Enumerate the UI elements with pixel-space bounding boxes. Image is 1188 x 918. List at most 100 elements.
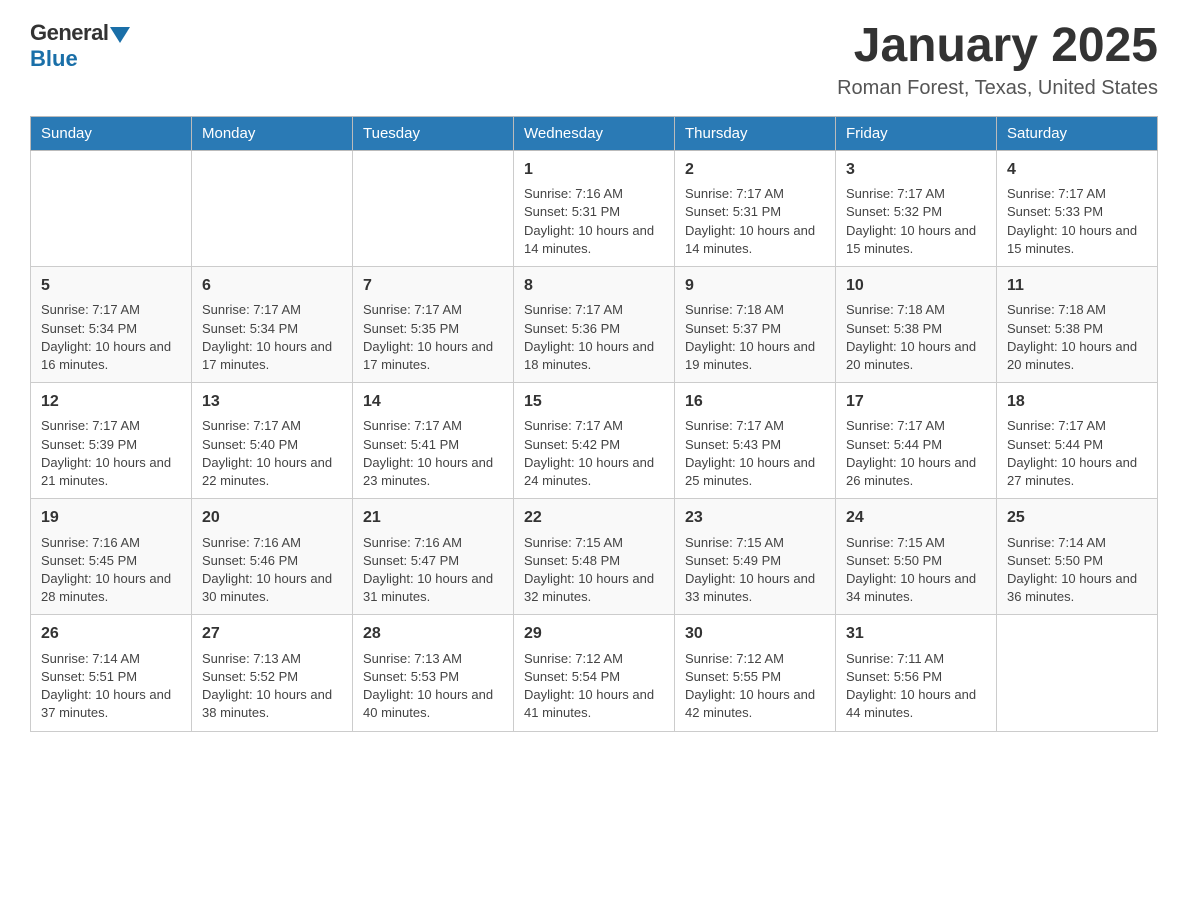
day-info-line: Sunrise: 7:16 AM (524, 185, 664, 203)
day-info-line: Sunrise: 7:17 AM (1007, 417, 1147, 435)
day-info-line: Sunrise: 7:14 AM (1007, 534, 1147, 552)
day-number: 30 (685, 623, 825, 645)
calendar-week-row: 19Sunrise: 7:16 AMSunset: 5:45 PMDayligh… (31, 499, 1158, 615)
page-title: January 2025 (837, 20, 1158, 73)
calendar-day-cell: 1Sunrise: 7:16 AMSunset: 5:31 PMDaylight… (514, 150, 675, 266)
logo-triangle-icon (110, 27, 130, 43)
day-info-line: Daylight: 10 hours and 24 minutes. (524, 454, 664, 490)
calendar-week-row: 12Sunrise: 7:17 AMSunset: 5:39 PMDayligh… (31, 383, 1158, 499)
day-info-line: Daylight: 10 hours and 15 minutes. (846, 222, 986, 258)
day-info-line: Daylight: 10 hours and 14 minutes. (685, 222, 825, 258)
day-info-line: Daylight: 10 hours and 36 minutes. (1007, 570, 1147, 606)
day-info-line: Daylight: 10 hours and 44 minutes. (846, 686, 986, 722)
days-of-week-row: SundayMondayTuesdayWednesdayThursdayFrid… (31, 116, 1158, 150)
calendar-day-cell: 6Sunrise: 7:17 AMSunset: 5:34 PMDaylight… (192, 266, 353, 382)
calendar-day-cell: 31Sunrise: 7:11 AMSunset: 5:56 PMDayligh… (836, 615, 997, 731)
calendar-day-cell: 30Sunrise: 7:12 AMSunset: 5:55 PMDayligh… (675, 615, 836, 731)
day-info-line: Sunset: 5:38 PM (1007, 320, 1147, 338)
day-number: 5 (41, 275, 181, 297)
day-number: 15 (524, 391, 664, 413)
day-info-line: Sunrise: 7:14 AM (41, 650, 181, 668)
day-info-line: Sunset: 5:46 PM (202, 552, 342, 570)
day-number: 11 (1007, 275, 1147, 297)
day-info-line: Daylight: 10 hours and 28 minutes. (41, 570, 181, 606)
day-number: 8 (524, 275, 664, 297)
calendar-day-cell: 11Sunrise: 7:18 AMSunset: 5:38 PMDayligh… (997, 266, 1158, 382)
day-info-line: Sunset: 5:40 PM (202, 436, 342, 454)
day-info-line: Sunset: 5:34 PM (41, 320, 181, 338)
day-info-line: Sunset: 5:36 PM (524, 320, 664, 338)
calendar-day-cell: 22Sunrise: 7:15 AMSunset: 5:48 PMDayligh… (514, 499, 675, 615)
calendar-day-cell: 17Sunrise: 7:17 AMSunset: 5:44 PMDayligh… (836, 383, 997, 499)
day-info-line: Sunrise: 7:17 AM (41, 417, 181, 435)
day-info-line: Sunrise: 7:15 AM (524, 534, 664, 552)
day-number: 24 (846, 507, 986, 529)
page-header: General Blue January 2025 Roman Forest, … (30, 20, 1158, 100)
day-info-line: Daylight: 10 hours and 31 minutes. (363, 570, 503, 606)
day-info-line: Sunset: 5:32 PM (846, 203, 986, 221)
day-info-line: Sunrise: 7:17 AM (1007, 185, 1147, 203)
day-info-line: Sunset: 5:34 PM (202, 320, 342, 338)
day-info-line: Sunrise: 7:18 AM (846, 301, 986, 319)
day-number: 3 (846, 159, 986, 181)
day-info-line: Sunset: 5:31 PM (685, 203, 825, 221)
day-info-line: Sunset: 5:51 PM (41, 668, 181, 686)
day-info-line: Daylight: 10 hours and 23 minutes. (363, 454, 503, 490)
day-info-line: Sunset: 5:38 PM (846, 320, 986, 338)
day-number: 1 (524, 159, 664, 181)
day-info-line: Sunset: 5:44 PM (1007, 436, 1147, 454)
calendar-day-cell (31, 150, 192, 266)
day-info-line: Sunrise: 7:17 AM (363, 417, 503, 435)
calendar-day-cell: 5Sunrise: 7:17 AMSunset: 5:34 PMDaylight… (31, 266, 192, 382)
logo-blue-text: Blue (30, 46, 78, 72)
day-info-line: Daylight: 10 hours and 27 minutes. (1007, 454, 1147, 490)
calendar-day-cell: 25Sunrise: 7:14 AMSunset: 5:50 PMDayligh… (997, 499, 1158, 615)
day-info-line: Sunrise: 7:17 AM (685, 417, 825, 435)
day-number: 16 (685, 391, 825, 413)
day-info-line: Sunset: 5:41 PM (363, 436, 503, 454)
day-info-line: Sunset: 5:49 PM (685, 552, 825, 570)
day-of-week-header: Wednesday (514, 116, 675, 150)
day-info-line: Daylight: 10 hours and 20 minutes. (1007, 338, 1147, 374)
title-block: January 2025 Roman Forest, Texas, United… (837, 20, 1158, 100)
calendar-day-cell: 23Sunrise: 7:15 AMSunset: 5:49 PMDayligh… (675, 499, 836, 615)
day-info-line: Sunset: 5:35 PM (363, 320, 503, 338)
calendar-day-cell: 4Sunrise: 7:17 AMSunset: 5:33 PMDaylight… (997, 150, 1158, 266)
day-info-line: Sunrise: 7:16 AM (202, 534, 342, 552)
calendar-day-cell: 2Sunrise: 7:17 AMSunset: 5:31 PMDaylight… (675, 150, 836, 266)
page-subtitle: Roman Forest, Texas, United States (837, 77, 1158, 100)
day-number: 27 (202, 623, 342, 645)
calendar-header: SundayMondayTuesdayWednesdayThursdayFrid… (31, 116, 1158, 150)
calendar-day-cell: 8Sunrise: 7:17 AMSunset: 5:36 PMDaylight… (514, 266, 675, 382)
day-number: 31 (846, 623, 986, 645)
day-number: 12 (41, 391, 181, 413)
day-number: 7 (363, 275, 503, 297)
day-number: 21 (363, 507, 503, 529)
day-info-line: Sunrise: 7:15 AM (685, 534, 825, 552)
day-info-line: Sunset: 5:33 PM (1007, 203, 1147, 221)
day-number: 18 (1007, 391, 1147, 413)
day-of-week-header: Sunday (31, 116, 192, 150)
calendar-day-cell (192, 150, 353, 266)
calendar-day-cell: 18 Sunrise: 7:17 AMSunset: 5:44 PMDayligh… (997, 383, 1158, 499)
day-info-line: Daylight: 10 hours and 42 minutes. (685, 686, 825, 722)
day-info-line: Sunrise: 7:13 AM (202, 650, 342, 668)
day-info-line: Sunset: 5:56 PM (846, 668, 986, 686)
day-number: 6 (202, 275, 342, 297)
day-info-line: Daylight: 10 hours and 16 minutes. (41, 338, 181, 374)
logo: General Blue (30, 20, 130, 72)
day-of-week-header: Friday (836, 116, 997, 150)
day-number: 20 (202, 507, 342, 529)
logo-general-text: General (30, 20, 108, 46)
day-number: 19 (41, 507, 181, 529)
calendar-week-row: 5Sunrise: 7:17 AMSunset: 5:34 PMDaylight… (31, 266, 1158, 382)
calendar-day-cell: 27Sunrise: 7:13 AMSunset: 5:52 PMDayligh… (192, 615, 353, 731)
day-info-line: Sunrise: 7:17 AM (524, 417, 664, 435)
day-info-line: Sunset: 5:39 PM (41, 436, 181, 454)
day-info-line: Sunrise: 7:16 AM (363, 534, 503, 552)
day-info-line: Sunset: 5:31 PM (524, 203, 664, 221)
day-info-line: Sunrise: 7:17 AM (846, 185, 986, 203)
calendar-day-cell: 28Sunrise: 7:13 AMSunset: 5:53 PMDayligh… (353, 615, 514, 731)
calendar-day-cell: 21Sunrise: 7:16 AMSunset: 5:47 PMDayligh… (353, 499, 514, 615)
day-info-line: Daylight: 10 hours and 21 minutes. (41, 454, 181, 490)
